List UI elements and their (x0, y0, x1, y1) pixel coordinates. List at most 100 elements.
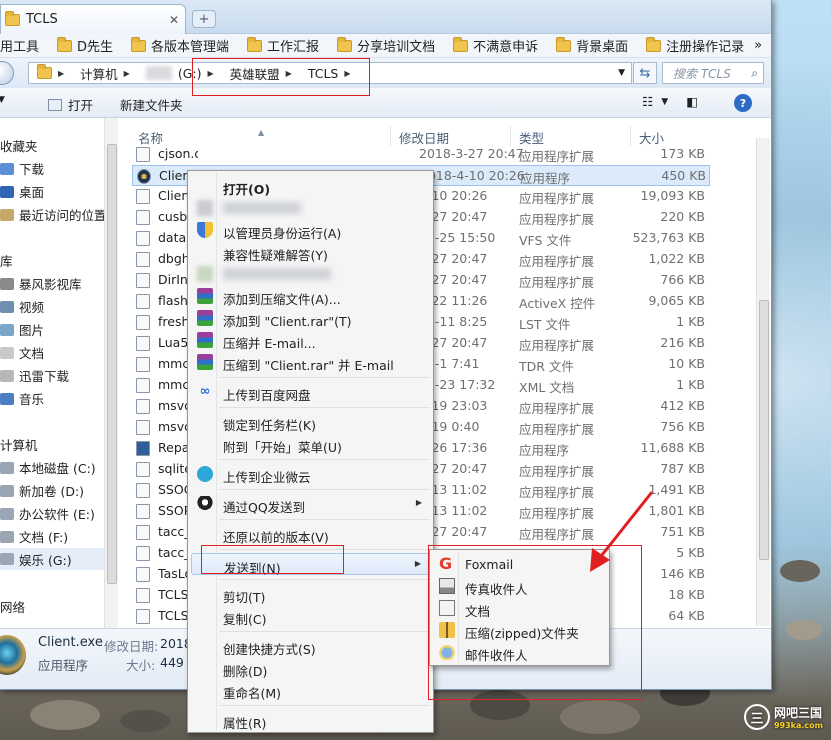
column-separator[interactable] (510, 126, 511, 146)
file-size: 1 KB (676, 377, 705, 392)
menu-separator (219, 519, 430, 520)
bookmark-item[interactable]: D先生 (49, 36, 123, 55)
bookmark-item[interactable]: 分享培训文档 (329, 36, 445, 55)
nav-item-library[interactable]: 图片 (0, 320, 44, 339)
nav-item-drive[interactable]: 办公软件 (E:) (0, 504, 95, 523)
menu-item-restore[interactable]: 还原以前的版本(V) (191, 523, 430, 545)
back-button[interactable] (0, 61, 14, 85)
chevron-down-icon[interactable]: ▼ (0, 95, 5, 105)
nav-item-recent[interactable]: 最近访问的位置 (0, 205, 107, 224)
menu-item-properties[interactable]: 属性(R) (191, 709, 430, 731)
menu-item-compress-rar-email[interactable]: 压缩到 "Client.rar" 并 E-mail (191, 351, 430, 373)
menu-item-copy[interactable]: 复制(C) (191, 605, 430, 627)
bookmark-item[interactable]: 工作汇报 (239, 36, 329, 55)
file-size: 220 KB (660, 209, 705, 224)
file-size: 1 KB (676, 314, 705, 329)
menu-item-pin-start[interactable]: 附到「开始」菜单(U) (191, 433, 430, 455)
menu-item-redacted[interactable] (191, 197, 430, 219)
help-button[interactable]: ? (734, 94, 752, 112)
file-type: 应用程序扩展 (519, 275, 595, 290)
menu-item-redacted[interactable] (191, 263, 430, 285)
menu-label: 添加到压缩文件(A)... (223, 292, 341, 307)
nav-item-library[interactable]: 迅雷下载 (0, 366, 69, 385)
nav-item-drive[interactable]: 新加卷 (D:) (0, 481, 84, 500)
address-root[interactable]: ▶ (29, 64, 72, 79)
bookmark-item[interactable]: 不满意申诉 (445, 36, 548, 55)
file-date: 2018-3-27 20:47 (419, 146, 524, 161)
folder-icon (57, 36, 73, 52)
bookmark-item[interactable]: 各版本管理端 (123, 36, 239, 55)
file-size: 787 KB (660, 461, 705, 476)
menu-label: 删除(D) (223, 664, 268, 679)
menu-item-add-archive[interactable]: 添加到压缩文件(A)... (191, 285, 430, 307)
menu-item-baidu[interactable]: ∞ 上传到百度网盘 (191, 381, 430, 403)
nav-item-library[interactable]: 音乐 (0, 389, 44, 408)
nav-favorites-header[interactable]: 收藏夹 (0, 136, 38, 155)
chevron-down-icon[interactable]: ▼ (618, 68, 625, 78)
menu-item-add-client-rar[interactable]: 添加到 "Client.rar"(T) (191, 307, 430, 329)
bookmarks-more-button[interactable]: » (754, 38, 762, 53)
chevron-down-icon[interactable]: ▼ (661, 97, 668, 107)
menu-item-pin-taskbar[interactable]: 锁定到任务栏(K) (191, 411, 430, 433)
view-mode-icon[interactable]: ☷ (642, 94, 653, 109)
tab-tcls[interactable]: TCLS ✕ (0, 4, 186, 34)
bookmark-label: 用工具 (0, 40, 40, 55)
file-icon (136, 378, 150, 393)
column-separator[interactable] (630, 126, 631, 146)
new-tab-button[interactable]: + (192, 10, 216, 28)
menu-item-compatibility[interactable]: 兼容性疑难解答(Y) (191, 241, 430, 263)
drive-icon (0, 553, 14, 565)
nav-item-desktop[interactable]: 桌面 (0, 182, 44, 201)
column-headers: ▲ 名称 修改日期 类型 大小 (120, 126, 760, 146)
file-list-scrollbar[interactable] (756, 138, 770, 626)
qq-icon (197, 496, 213, 512)
preview-pane-icon[interactable]: ◧ (686, 94, 698, 109)
bookmark-label: 分享培训文档 (357, 40, 436, 55)
nav-item-drive[interactable]: 娱乐 (G:) (0, 548, 104, 570)
file-size: 173 KB (660, 146, 705, 161)
refresh-button[interactable]: ⇆ (633, 62, 657, 84)
bookmark-item[interactable]: 用工具 (0, 36, 49, 55)
bookmark-label: 背景桌面 (576, 40, 629, 55)
new-folder-button[interactable]: 新建文件夹 (120, 95, 183, 114)
menu-item-run-as-admin[interactable]: 以管理员身份运行(A) (191, 219, 430, 241)
menu-item-open[interactable]: 打开(O) (191, 175, 430, 197)
nav-label: 迅雷下载 (19, 369, 70, 384)
nav-item-drive[interactable]: 文档 (F:) (0, 527, 68, 546)
bookmark-item[interactable]: 背景桌面 (548, 36, 638, 55)
new-folder-label: 新建文件夹 (120, 98, 183, 113)
file-icon (136, 567, 150, 582)
menu-item-cut[interactable]: 剪切(T) (191, 583, 430, 605)
close-icon[interactable]: ✕ (169, 13, 179, 27)
nav-network-header[interactable]: 网络 (0, 597, 25, 616)
nav-item-library[interactable]: 文档 (0, 343, 44, 362)
nav-item-library[interactable]: 视频 (0, 297, 44, 316)
bookmark-item[interactable]: 注册操作记录 (638, 36, 754, 55)
column-separator[interactable] (390, 126, 391, 146)
menu-item-compress-email[interactable]: 压缩并 E-mail... (191, 329, 430, 351)
file-size: 1,022 KB (648, 251, 705, 266)
file-type: 应用程序 (520, 171, 571, 186)
table-row[interactable]: cjson.dll 2018-3-27 20:47应用程序扩展 173 KB (132, 144, 710, 165)
search-input[interactable]: 搜索 TCLS ⌕ (662, 62, 764, 84)
nav-libraries-header[interactable]: 库 (0, 251, 13, 270)
file-type: TDR 文件 (519, 359, 574, 374)
menu-item-wechat-work[interactable]: 上传到企业微云 (191, 463, 430, 485)
file-icon (136, 231, 150, 246)
nav-item-library[interactable]: 暴风影视库 (0, 274, 82, 293)
menu-label: 以管理员身份运行(A) (223, 226, 342, 241)
nav-item-drive[interactable]: 本地磁盘 (C:) (0, 458, 96, 477)
scrollbar-thumb[interactable] (107, 144, 117, 584)
breadcrumb-computer[interactable]: 计算机 ▶ (72, 64, 138, 83)
menu-item-delete[interactable]: 删除(D) (191, 657, 430, 679)
menu-item-send-qq[interactable]: 通过QQ发送到 ▶ (191, 493, 430, 515)
nav-item-downloads[interactable]: 下载 (0, 159, 44, 178)
nav-computer-header[interactable]: 计算机 (0, 435, 38, 454)
bookmark-label: D先生 (77, 40, 114, 55)
nav-scrollbar[interactable] (104, 118, 118, 628)
scrollbar-thumb[interactable] (759, 300, 769, 560)
menu-item-rename[interactable]: 重命名(M) (191, 679, 430, 701)
open-button[interactable]: 打开 (48, 95, 93, 114)
menu-label: 还原以前的版本(V) (223, 530, 329, 545)
menu-item-shortcut[interactable]: 创建快捷方式(S) (191, 635, 430, 657)
